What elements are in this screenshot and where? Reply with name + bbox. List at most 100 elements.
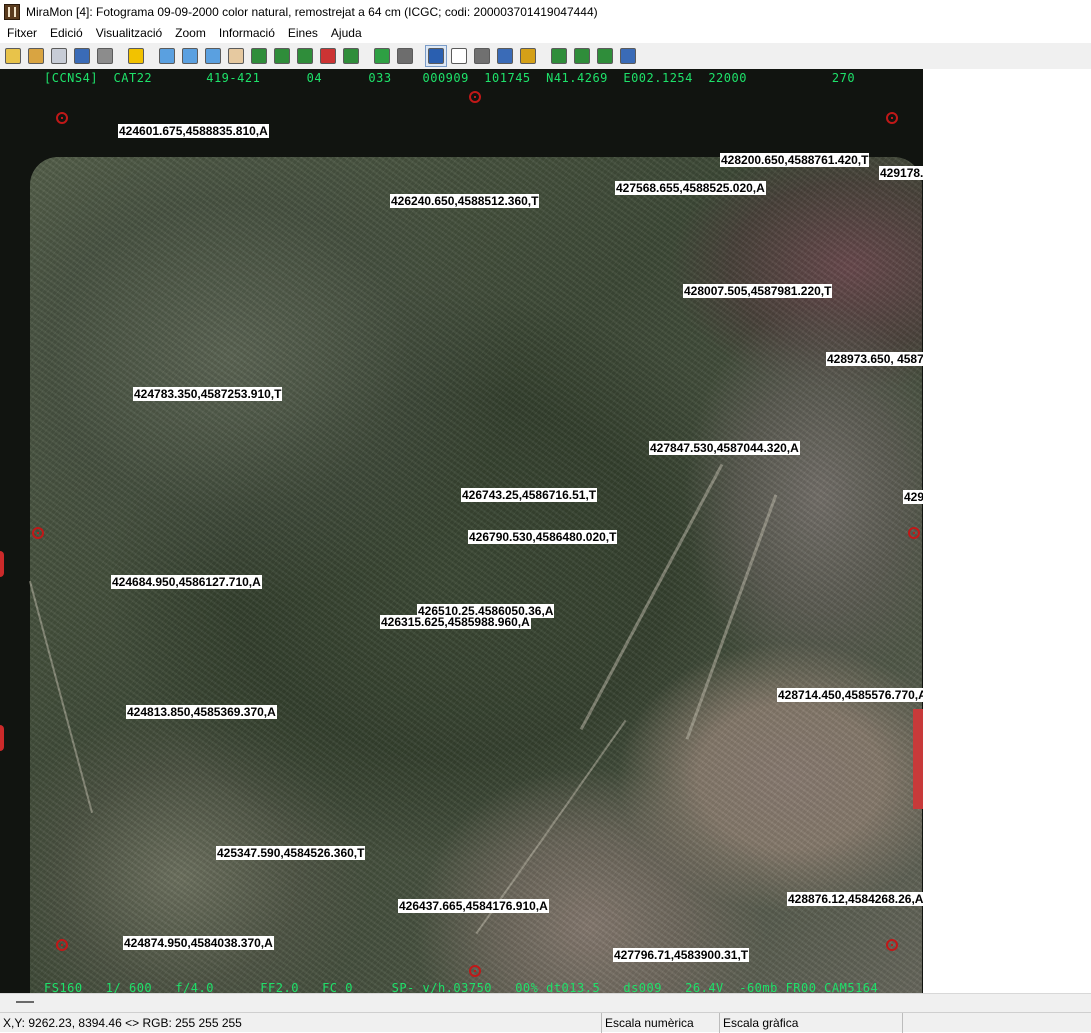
horizontal-scrollbar[interactable]	[0, 993, 1091, 1012]
satellite-icon	[397, 48, 413, 64]
save-button[interactable]	[71, 45, 93, 67]
toolbar	[0, 43, 1091, 69]
fiducial-mark-bottom-right	[886, 939, 898, 951]
toolbar-separator	[540, 46, 548, 66]
point-label[interactable]: 424601.675,4588835.810,A	[118, 124, 269, 138]
film-edge-tag	[913, 709, 923, 809]
layers-button[interactable]	[317, 45, 339, 67]
grid-icon	[574, 48, 590, 64]
menu-zoom[interactable]: Zoom	[168, 26, 212, 40]
point-label[interactable]: 428973.650, 4587660.060,T	[826, 352, 923, 366]
zoom-window-button[interactable]	[202, 45, 224, 67]
point-label[interactable]: 427796.71,4583900.31,T	[613, 948, 750, 962]
graphic-scale-field[interactable]: Escala gràfica	[719, 1013, 902, 1033]
point-label[interactable]: 426315.625,4585988.960,A	[380, 615, 531, 629]
zoom-out-button[interactable]	[179, 45, 201, 67]
numeric-scale-field[interactable]: Escala numèrica	[601, 1013, 719, 1033]
point-label[interactable]: 428876.12,4584268.26,A	[787, 892, 923, 906]
pan-hand-button[interactable]	[225, 45, 247, 67]
fiducial-mark-top-right	[886, 112, 898, 124]
pointer-icon	[451, 48, 467, 64]
zoom-in-icon	[159, 48, 175, 64]
edit-button[interactable]	[517, 45, 539, 67]
left-edge-marker	[0, 725, 4, 751]
save-icon	[74, 48, 90, 64]
point-label[interactable]: 424874.950,4584038.370,A	[123, 936, 274, 950]
measure-icon	[474, 48, 490, 64]
toolbar-separator	[363, 46, 371, 66]
pointer-button[interactable]	[448, 45, 470, 67]
brightness-button[interactable]	[125, 45, 147, 67]
window-title: MiraMon [4]: Fotograma 09-09-2000 color …	[26, 4, 598, 19]
point-label[interactable]: 426790.530,4586480.020,T	[468, 530, 618, 544]
toolbar-separator	[417, 46, 425, 66]
info-icon	[428, 48, 444, 64]
map-empty-area[interactable]	[923, 69, 1091, 993]
menu-ajuda[interactable]: Ajuda	[324, 26, 368, 40]
open-icon	[28, 48, 44, 64]
print-button[interactable]	[94, 45, 116, 67]
point-label[interactable]: 427568.655,4588525.020,A	[615, 181, 766, 195]
info-button[interactable]	[425, 45, 447, 67]
point-label[interactable]: 425347.590,4584526.360,T	[216, 846, 366, 860]
grid-button[interactable]	[571, 45, 593, 67]
zoom-in-button[interactable]	[156, 45, 178, 67]
new-button[interactable]	[2, 45, 24, 67]
select-icon	[497, 48, 513, 64]
point-label[interactable]: 428200.650,4588761.420,T	[720, 153, 870, 167]
select-button[interactable]	[494, 45, 516, 67]
fiducial-mark-left	[32, 527, 44, 539]
point-label[interactable]: 424684.950,4586127.710,A	[111, 575, 262, 589]
film-header-strip: [CCNS4] CAT22 419-421 04 033 000909 1017…	[44, 71, 856, 85]
view-all-button[interactable]	[248, 45, 270, 67]
next-view-icon	[297, 48, 313, 64]
point-label[interactable]: 428007.505,4587981.220,T	[683, 284, 833, 298]
zoom-out-icon	[182, 48, 198, 64]
next-view-button[interactable]	[294, 45, 316, 67]
point-label[interactable]: 428714.450,4585576.770,A	[777, 688, 923, 702]
view-all-icon	[251, 48, 267, 64]
layer-manager-button[interactable]	[548, 45, 570, 67]
menu-eines[interactable]: Eines	[281, 26, 324, 40]
menu-visualitzaci[interactable]: Visualització	[89, 26, 168, 40]
fiducial-mark-top-left	[56, 112, 68, 124]
previous-view-icon	[274, 48, 290, 64]
point-label[interactable]: 427847.530,4587044.320,A	[649, 441, 800, 455]
menu-edici[interactable]: Edició	[43, 26, 89, 40]
brightness-icon	[128, 48, 144, 64]
map-button[interactable]	[340, 45, 362, 67]
title-bar: MiraMon [4]: Fotograma 09-09-2000 color …	[0, 0, 1091, 23]
refresh-button[interactable]	[371, 45, 393, 67]
toolbar-separator	[117, 46, 125, 66]
open-file-icon	[51, 48, 67, 64]
film-footer-strip: FS160 1/ 600 f/4.0 FF2.0 FC 0 SP- v/h.03…	[44, 981, 879, 993]
point-label[interactable]: 426240.650,4588512.360,T	[390, 194, 540, 208]
point-label[interactable]: 424813.850,4585369.370,A	[126, 705, 277, 719]
previous-view-button[interactable]	[271, 45, 293, 67]
download-icon	[597, 48, 613, 64]
table-button[interactable]	[617, 45, 639, 67]
download-button[interactable]	[594, 45, 616, 67]
point-label[interactable]: 429518.675,4586825.620,A	[903, 490, 923, 504]
fiducial-mark-bottom	[469, 965, 481, 977]
new-icon	[5, 48, 21, 64]
map-view[interactable]: [CCNS4] CAT22 419-421 04 033 000909 1017…	[0, 69, 923, 993]
miramon-app-icon[interactable]	[4, 3, 20, 20]
point-label[interactable]: 429178.200,4588744.770,A	[879, 166, 923, 180]
point-label[interactable]: 426743.25,4586716.51,T	[461, 488, 598, 502]
point-label[interactable]: 426437.665,4584176.910,A	[398, 899, 549, 913]
menu-bar: Fitxer Edició Visualització Zoom Informació E…	[0, 23, 1091, 42]
satellite-button[interactable]	[394, 45, 416, 67]
fiducial-mark-right	[908, 527, 920, 539]
scroll-thumb[interactable]	[16, 1001, 34, 1003]
status-bar: X,Y: 9262.23, 8394.46 <> RGB: 255 255 25…	[0, 1012, 1091, 1033]
coordinate-readout: X,Y: 9262.23, 8394.46 <> RGB: 255 255 25…	[3, 1016, 242, 1030]
menu-informaci[interactable]: Informació	[212, 26, 281, 40]
menu-fitxer[interactable]: Fitxer	[0, 26, 43, 40]
point-label[interactable]: 424783.350,4587253.910,T	[133, 387, 283, 401]
toolbar-separator	[148, 46, 156, 66]
measure-button[interactable]	[471, 45, 493, 67]
open-button[interactable]	[25, 45, 47, 67]
print-icon	[97, 48, 113, 64]
open-file-button[interactable]	[48, 45, 70, 67]
